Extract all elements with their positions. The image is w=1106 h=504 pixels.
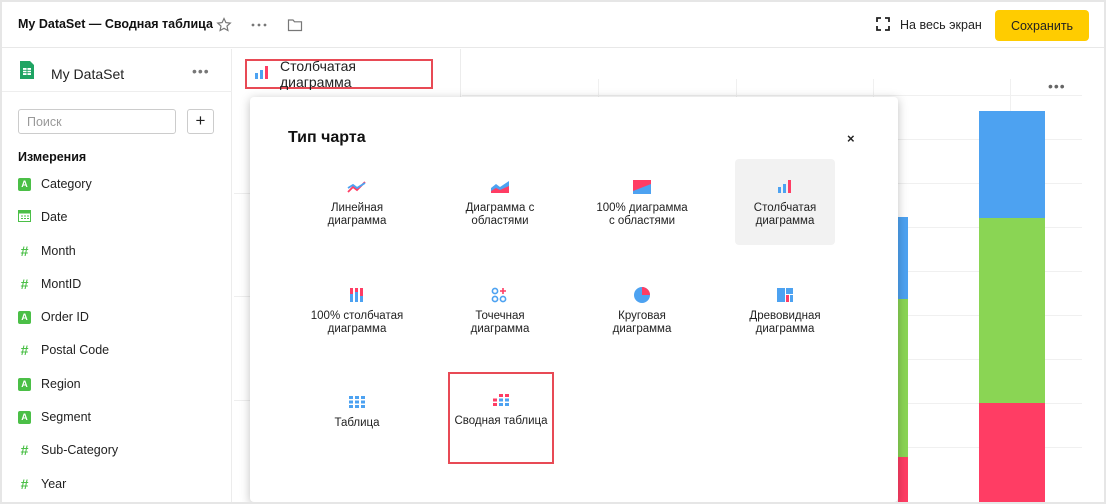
chart-type-label: Точечная диаграмма bbox=[470, 310, 530, 335]
top-bar: My DataSet — Сводная таблица На весь экр… bbox=[2, 2, 1104, 48]
search-input[interactable] bbox=[18, 109, 176, 134]
chart-type-label: Столбчатая диаграмма bbox=[280, 58, 356, 90]
column-chart-icon bbox=[777, 179, 793, 195]
scatter-chart-icon bbox=[491, 287, 509, 303]
field-label: Postal Code bbox=[41, 343, 110, 357]
field-label: Year bbox=[41, 477, 67, 491]
field-segment[interactable]: A Segment bbox=[18, 406, 91, 428]
field-month[interactable]: # Month bbox=[18, 240, 76, 262]
treemap-chart-icon bbox=[777, 287, 793, 303]
string-type-icon: A bbox=[18, 377, 31, 391]
bar-segment-green bbox=[898, 299, 908, 457]
chart-type-label: Линейная диаграмма bbox=[327, 202, 387, 227]
field-label: MontID bbox=[41, 277, 82, 291]
string-type-icon: A bbox=[18, 177, 31, 191]
dataset-header: My DataSet ••• bbox=[2, 49, 232, 92]
column100-chart-icon bbox=[349, 287, 365, 303]
dataset-name: My DataSet bbox=[51, 66, 125, 82]
fullscreen-label: На весь экран bbox=[900, 18, 982, 32]
chart-more-icon[interactable]: ••• bbox=[1048, 78, 1066, 94]
chart-type-pie[interactable]: Круговая диаграмма bbox=[592, 267, 692, 353]
column-chart-icon bbox=[254, 65, 270, 83]
field-montid[interactable]: # MontID bbox=[18, 273, 82, 295]
field-sub-category[interactable]: # Sub-Category bbox=[18, 439, 119, 461]
dimensions-title: Измерения bbox=[18, 150, 87, 164]
chart-type-label: Диаграмма с областями bbox=[465, 202, 535, 227]
pivot-table-icon bbox=[493, 392, 509, 408]
pie-chart-icon bbox=[633, 287, 651, 303]
chart-type-label: Сводная таблица bbox=[454, 415, 548, 427]
field-label: Category bbox=[41, 177, 92, 191]
field-year[interactable]: # Year bbox=[18, 473, 67, 495]
chart-type-column[interactable]: Столбчатая диаграмма bbox=[735, 159, 835, 245]
bar-segment-red bbox=[898, 457, 908, 502]
field-postal-code[interactable]: # Postal Code bbox=[18, 339, 110, 361]
number-type-icon: # bbox=[20, 442, 29, 458]
save-button[interactable]: Сохранить bbox=[995, 10, 1089, 41]
string-type-icon: A bbox=[18, 310, 31, 324]
field-category[interactable]: A Category bbox=[18, 173, 92, 195]
area-chart-icon bbox=[490, 179, 510, 195]
field-label: Segment bbox=[41, 410, 92, 424]
chart-type-selector[interactable]: Столбчатая диаграмма bbox=[245, 58, 433, 90]
folder-icon[interactable] bbox=[284, 14, 306, 36]
add-field-button[interactable]: + bbox=[187, 109, 214, 134]
chart-type-label: Таблица bbox=[334, 417, 380, 429]
field-label: Order ID bbox=[41, 310, 89, 324]
number-type-icon: # bbox=[20, 243, 29, 259]
spreadsheet-icon bbox=[20, 61, 34, 82]
more-options-icon[interactable] bbox=[248, 14, 270, 36]
field-label: Date bbox=[41, 210, 68, 224]
chart-type-label: 100% столбчатая диаграмма bbox=[310, 310, 404, 335]
bar-segment-blue bbox=[898, 217, 908, 299]
field-label: Sub-Category bbox=[41, 443, 119, 457]
area100-chart-icon bbox=[633, 179, 651, 195]
page-title: My DataSet — Сводная таблица bbox=[18, 17, 213, 31]
chart-type-table[interactable]: Таблица bbox=[307, 374, 407, 460]
bar-segment-red bbox=[979, 403, 1045, 502]
chart-type-modal: Тип чарта × Линейная диаграмма Диаграмма… bbox=[250, 97, 898, 502]
number-type-icon: # bbox=[20, 342, 29, 358]
field-region[interactable]: A Region bbox=[18, 373, 81, 395]
bar-segment-green bbox=[979, 218, 1045, 403]
chart-type-pivot[interactable]: Сводная таблица bbox=[448, 372, 554, 464]
field-date[interactable]: Date bbox=[18, 206, 67, 228]
fullscreen-icon bbox=[876, 16, 890, 34]
chart-type-column100[interactable]: 100% столбчатая диаграмма bbox=[307, 267, 407, 353]
fullscreen-button[interactable]: На весь экран bbox=[876, 16, 982, 34]
chart-type-label: Древовидная диаграмма bbox=[749, 310, 821, 335]
chart-type-label: 100% диаграмма с областями bbox=[596, 202, 688, 227]
chart-type-scatter[interactable]: Точечная диаграмма bbox=[450, 267, 550, 353]
chart-type-label: Круговая диаграмма bbox=[612, 310, 672, 335]
chart-type-area[interactable]: Диаграмма с областями bbox=[450, 159, 550, 245]
field-label: Region bbox=[41, 377, 81, 391]
string-type-icon: A bbox=[18, 410, 31, 424]
grid-line bbox=[462, 95, 1082, 96]
app-window: My DataSet — Сводная таблица На весь экр… bbox=[2, 2, 1104, 502]
table-icon bbox=[349, 394, 365, 410]
field-label: Month bbox=[41, 244, 76, 258]
dataset-sidebar: My DataSet ••• + Измерения A Category Da… bbox=[2, 49, 232, 502]
chart-type-treemap[interactable]: Древовидная диаграмма bbox=[735, 267, 835, 353]
field-order-id[interactable]: A Order ID bbox=[18, 306, 89, 328]
calendar-icon bbox=[18, 209, 31, 225]
chart-type-label: Столбчатая диаграмма bbox=[753, 202, 817, 227]
line-chart-icon bbox=[347, 179, 367, 195]
chart-type-area100[interactable]: 100% диаграмма с областями bbox=[592, 159, 692, 245]
number-type-icon: # bbox=[20, 476, 29, 492]
dataset-more-icon[interactable]: ••• bbox=[192, 63, 210, 79]
number-type-icon: # bbox=[20, 276, 29, 292]
close-icon[interactable]: × bbox=[847, 131, 855, 146]
star-icon[interactable] bbox=[213, 14, 235, 36]
chart-type-line[interactable]: Линейная диаграмма bbox=[307, 159, 407, 245]
bar-segment-blue bbox=[979, 111, 1045, 218]
modal-title: Тип чарта bbox=[288, 129, 366, 146]
